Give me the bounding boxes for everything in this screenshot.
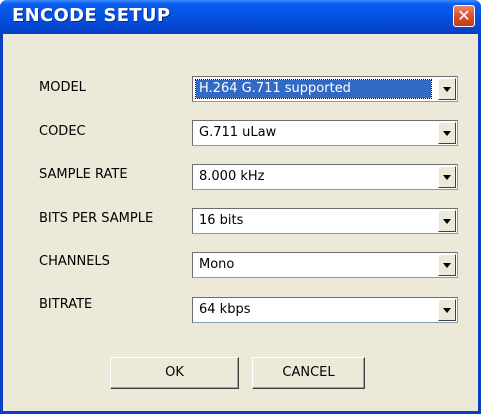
chevron-down-icon[interactable] (438, 122, 456, 144)
model-value: H.264 G.711 supported (195, 79, 432, 99)
bitrate-label: BITRATE (39, 297, 93, 312)
model-select[interactable]: H.264 G.711 supported (192, 76, 458, 102)
bitrate-value: 64 kbps (199, 302, 251, 317)
bitrate-select[interactable]: 64 kbps (192, 297, 458, 323)
close-icon: ✕ (457, 6, 471, 25)
bits-per-sample-value: 16 bits (199, 213, 244, 228)
title-bar[interactable]: ENCODE SETUP ✕ (0, 0, 481, 34)
chevron-down-icon[interactable] (438, 210, 456, 232)
channels-label: CHANNELS (39, 254, 110, 269)
channels-select[interactable]: Mono (192, 252, 458, 278)
bits-per-sample-label: BITS PER SAMPLE (39, 211, 154, 226)
sample-rate-label: SAMPLE RATE (39, 167, 128, 182)
chevron-down-icon[interactable] (438, 299, 456, 321)
codec-select[interactable]: G.711 uLaw (192, 120, 458, 146)
sample-rate-value: 8.000 kHz (199, 169, 265, 184)
codec-value: G.711 uLaw (199, 125, 277, 140)
sample-rate-select[interactable]: 8.000 kHz (192, 164, 458, 190)
close-button[interactable]: ✕ (453, 5, 475, 27)
cancel-button[interactable]: CANCEL (252, 357, 365, 389)
chevron-down-icon[interactable] (438, 78, 456, 100)
channels-value: Mono (199, 257, 235, 272)
ok-button[interactable]: OK (110, 357, 239, 389)
dialog-title: ENCODE SETUP (12, 5, 171, 26)
model-label: MODEL (39, 80, 86, 95)
chevron-down-icon[interactable] (438, 254, 456, 276)
chevron-down-icon[interactable] (438, 166, 456, 188)
bits-per-sample-select[interactable]: 16 bits (192, 208, 458, 234)
encode-setup-dialog: ENCODE SETUP ✕ MODEL H.264 G.711 support… (0, 0, 481, 414)
codec-label: CODEC (39, 124, 86, 139)
